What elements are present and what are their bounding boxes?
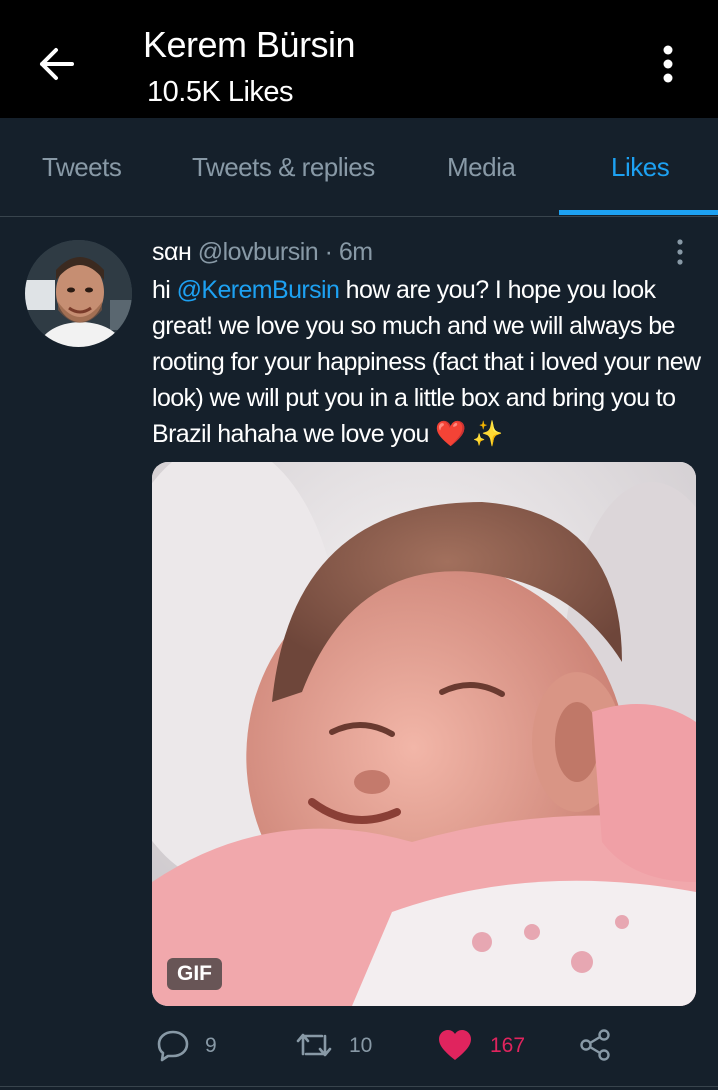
author-handle[interactable]: @lovbursin bbox=[198, 238, 319, 266]
profile-tabs: Tweets Tweets & replies Media Likes bbox=[0, 118, 718, 217]
baby-gif-image bbox=[152, 462, 696, 1006]
reply-icon bbox=[157, 1030, 189, 1062]
gif-media[interactable] bbox=[152, 462, 696, 1006]
tweet-text-start: hi bbox=[152, 276, 177, 304]
more-vertical-icon bbox=[677, 239, 683, 265]
share-icon bbox=[580, 1029, 610, 1061]
active-tab-indicator bbox=[559, 210, 718, 215]
tweet-options-button[interactable] bbox=[668, 236, 692, 268]
retweet-icon bbox=[296, 1033, 332, 1057]
heart-icon bbox=[439, 1030, 471, 1060]
tab-tweets-and-replies[interactable]: Tweets & replies bbox=[192, 152, 375, 183]
mention-link[interactable]: @KeremBursin bbox=[177, 276, 340, 304]
retweet-count: 10 bbox=[349, 1034, 373, 1057]
reply-button[interactable]: 9 bbox=[156, 1028, 226, 1064]
tweet-divider bbox=[0, 1086, 718, 1087]
back-arrow-icon bbox=[40, 48, 74, 80]
share-button[interactable] bbox=[578, 1028, 614, 1064]
tab-media[interactable]: Media bbox=[447, 152, 516, 183]
avatar-photo bbox=[25, 240, 132, 347]
reply-count: 9 bbox=[205, 1034, 217, 1057]
overflow-menu-button[interactable] bbox=[652, 40, 684, 88]
like-button[interactable]: 167 bbox=[437, 1028, 537, 1064]
more-vertical-icon bbox=[663, 45, 673, 83]
app-header: Kerem Bürsin 10.5K Likes bbox=[0, 0, 718, 118]
tweet-text: hi @KeremBursin how are you? I hope you … bbox=[152, 272, 707, 452]
likes-count-subtitle: 10.5K Likes bbox=[147, 76, 294, 108]
like-count: 167 bbox=[490, 1034, 526, 1057]
gif-badge: GIF bbox=[167, 958, 222, 990]
tweet-timestamp: · 6m bbox=[324, 238, 374, 266]
tweet-emoji: ❤️ ✨ bbox=[435, 420, 503, 448]
profile-name-title: Kerem Bürsin bbox=[143, 24, 356, 65]
back-button[interactable] bbox=[30, 40, 84, 88]
avatar[interactable] bbox=[25, 240, 132, 347]
retweet-button[interactable]: 10 bbox=[294, 1028, 384, 1064]
tweet-meta: sαн @lovbursin · 6m bbox=[152, 238, 373, 267]
author-name[interactable]: sαн bbox=[152, 238, 192, 266]
tab-likes[interactable]: Likes bbox=[611, 152, 670, 183]
tab-tweets[interactable]: Tweets bbox=[42, 152, 122, 183]
